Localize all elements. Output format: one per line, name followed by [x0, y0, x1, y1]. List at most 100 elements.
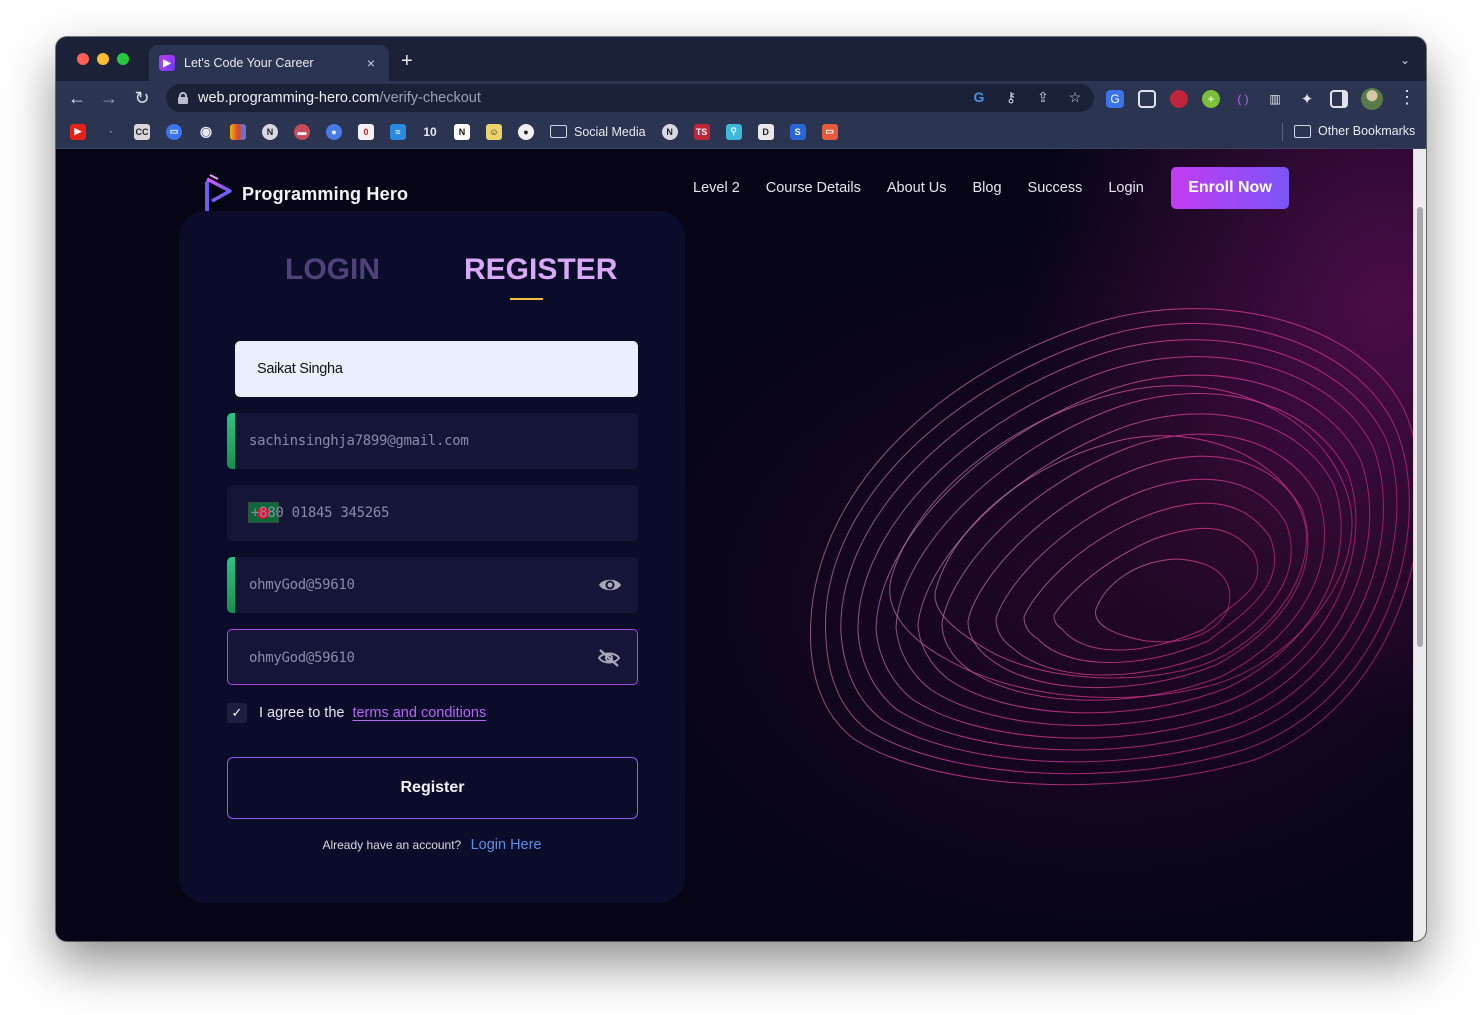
ts-bookmark-icon[interactable]: TS [693, 123, 710, 140]
close-window-button[interactable] [77, 53, 89, 65]
minimize-window-button[interactable] [97, 53, 109, 65]
nav-about-us[interactable]: About Us [887, 180, 947, 196]
enroll-now-button[interactable]: Enroll Now [1171, 167, 1289, 209]
bus-bookmark-icon[interactable]: ▬ [294, 123, 310, 140]
forward-button[interactable]: → [98, 87, 120, 109]
lock-icon[interactable] [178, 92, 188, 104]
address-bar[interactable]: web.programming-hero.com/verify-checkout… [166, 84, 1094, 112]
browser-tab[interactable]: ▶ Let's Code Your Career × [149, 45, 389, 81]
wifi-bookmark-icon[interactable]: ≈ [390, 123, 406, 140]
email-input[interactable] [249, 413, 579, 469]
name-input[interactable] [257, 341, 587, 397]
ten-bookmark-icon[interactable]: 10 [422, 124, 438, 140]
browser-menu-icon[interactable]: ⋮ [1398, 87, 1416, 108]
palette-bookmark-icon[interactable]: ● [518, 123, 534, 140]
already-account-row: Already have an account? Login Here [179, 837, 685, 853]
field-accent-bar [227, 413, 235, 469]
active-tab-underline [510, 298, 543, 300]
tab-register[interactable]: REGISTER [464, 253, 617, 287]
chrome-bookmark-icon[interactable]: ● [326, 123, 342, 140]
confirm-password-input[interactable] [249, 630, 579, 686]
programming-hero-favicon-icon: ▶ [159, 55, 175, 71]
terms-link[interactable]: terms and conditions [352, 705, 486, 721]
terms-checkbox[interactable]: ✓ [227, 703, 247, 723]
puzzle-extensions-icon[interactable]: ✦ [1298, 90, 1316, 108]
already-account-text: Already have an account? [322, 838, 462, 852]
url-path: /verify-checkout [379, 90, 481, 106]
bookmarks-divider [1282, 123, 1283, 141]
site-logo[interactable]: Programming Hero [200, 173, 408, 215]
nav-level-2[interactable]: Level 2 [693, 180, 740, 196]
programming-hero-logo-icon [205, 174, 232, 213]
s-bookmark-icon[interactable]: S [789, 123, 806, 140]
glasses-bookmark-icon[interactable]: ◔ [102, 124, 118, 140]
analytics-bookmark-icon[interactable] [230, 123, 246, 140]
badge-bookmark-icon[interactable]: N [262, 123, 278, 140]
youtube-bookmark-icon[interactable]: ▶ [70, 123, 86, 140]
password-field [227, 557, 638, 613]
browser-toolbar: ← → ↻ web.programming-hero.com/verify-ch… [56, 81, 1426, 115]
phone-input[interactable] [249, 485, 579, 541]
hide-password-eye-slash-icon[interactable] [597, 648, 621, 668]
slides-bookmark-icon[interactable]: ▭ [821, 123, 838, 140]
field-accent-bar [227, 557, 235, 613]
login-here-link[interactable]: Login Here [471, 837, 542, 853]
bracket-extension-icon[interactable]: ( ) [1234, 90, 1252, 108]
folder-icon [550, 125, 567, 138]
main-nav: Level 2 Course Details About Us Blog Suc… [693, 180, 1144, 196]
code-bookmark-icon[interactable]: ⚲ [725, 123, 742, 140]
cc-bookmark-icon[interactable]: CC [134, 123, 150, 140]
green-plus-extension-icon[interactable]: + [1202, 90, 1220, 108]
picture-in-picture-extension-icon[interactable] [1138, 90, 1156, 108]
bookmarks-bar: ▶ ◔ CC ▭ ◉ N ▬ ● 0 ≈ 10 N ☺ ● Social Med… [56, 115, 1426, 149]
badge2-bookmark-icon[interactable]: N [661, 123, 678, 140]
scrollbar-thumb[interactable] [1417, 207, 1423, 647]
tab-login[interactable]: LOGIN [285, 253, 380, 287]
github-bookmark-icon[interactable]: ◉ [198, 123, 214, 140]
name-field [235, 341, 638, 397]
other-bookmarks-folder[interactable]: Other Bookmarks [1294, 124, 1415, 138]
extensions-area: G + ( ) ▥ ✦ [1106, 90, 1348, 108]
maximize-window-button[interactable] [117, 53, 129, 65]
google-lens-icon[interactable]: G [970, 89, 988, 106]
phone-field [227, 485, 638, 541]
show-password-eye-icon[interactable] [598, 575, 622, 595]
emoji-bookmark-icon[interactable]: ☺ [486, 123, 502, 140]
share-icon[interactable]: ⇪ [1034, 89, 1052, 106]
social-media-folder[interactable]: Social Media [550, 125, 646, 139]
key-icon[interactable]: ⚷ [1002, 89, 1020, 106]
page-scrollbar[interactable] [1413, 149, 1426, 941]
side-panel-icon[interactable] [1330, 90, 1348, 108]
confirm-password-field [227, 629, 638, 686]
notion-bookmark-icon[interactable]: N [454, 123, 470, 140]
tab-close-icon[interactable]: × [363, 55, 379, 71]
password-input[interactable] [249, 557, 579, 613]
register-button[interactable]: Register [227, 757, 638, 819]
social-media-label: Social Media [574, 124, 646, 139]
back-button[interactable]: ← [66, 87, 88, 109]
record-extension-icon[interactable] [1170, 90, 1188, 108]
nav-blog[interactable]: Blog [973, 180, 1002, 196]
new-tab-button[interactable]: + [401, 51, 413, 71]
tab-search-chevron-icon[interactable]: ⌄ [1400, 53, 1410, 67]
decorative-waves [810, 308, 1413, 786]
tab-strip: ▶ Let's Code Your Career × + ⌄ [56, 37, 1426, 81]
email-field [227, 413, 638, 469]
printer-extension-icon[interactable]: ▥ [1266, 90, 1284, 108]
reload-button[interactable]: ↻ [131, 87, 153, 109]
logo-text: Programming Hero [242, 183, 409, 204]
browser-window: ▶ Let's Code Your Career × + ⌄ ← → ↻ web… [56, 37, 1426, 941]
nav-course-details[interactable]: Course Details [766, 180, 861, 196]
chat-bookmark-icon[interactable]: ▭ [166, 123, 182, 140]
folder-icon [1294, 124, 1311, 138]
bookmark-star-icon[interactable]: ☆ [1066, 89, 1084, 106]
auth-card: LOGIN REGISTER Saikat Singha sachinsingh… [179, 211, 685, 903]
agree-label: I agree to the [259, 705, 345, 721]
d-bookmark-icon[interactable]: D [757, 123, 774, 140]
nav-success[interactable]: Success [1028, 180, 1083, 196]
profile-avatar[interactable] [1361, 88, 1383, 110]
zero-bookmark-icon[interactable]: 0 [358, 123, 374, 140]
web-page: Programming Hero Level 2 Course Details … [56, 149, 1413, 941]
nav-login[interactable]: Login [1108, 180, 1143, 196]
translate-extension-icon[interactable]: G [1106, 90, 1124, 108]
